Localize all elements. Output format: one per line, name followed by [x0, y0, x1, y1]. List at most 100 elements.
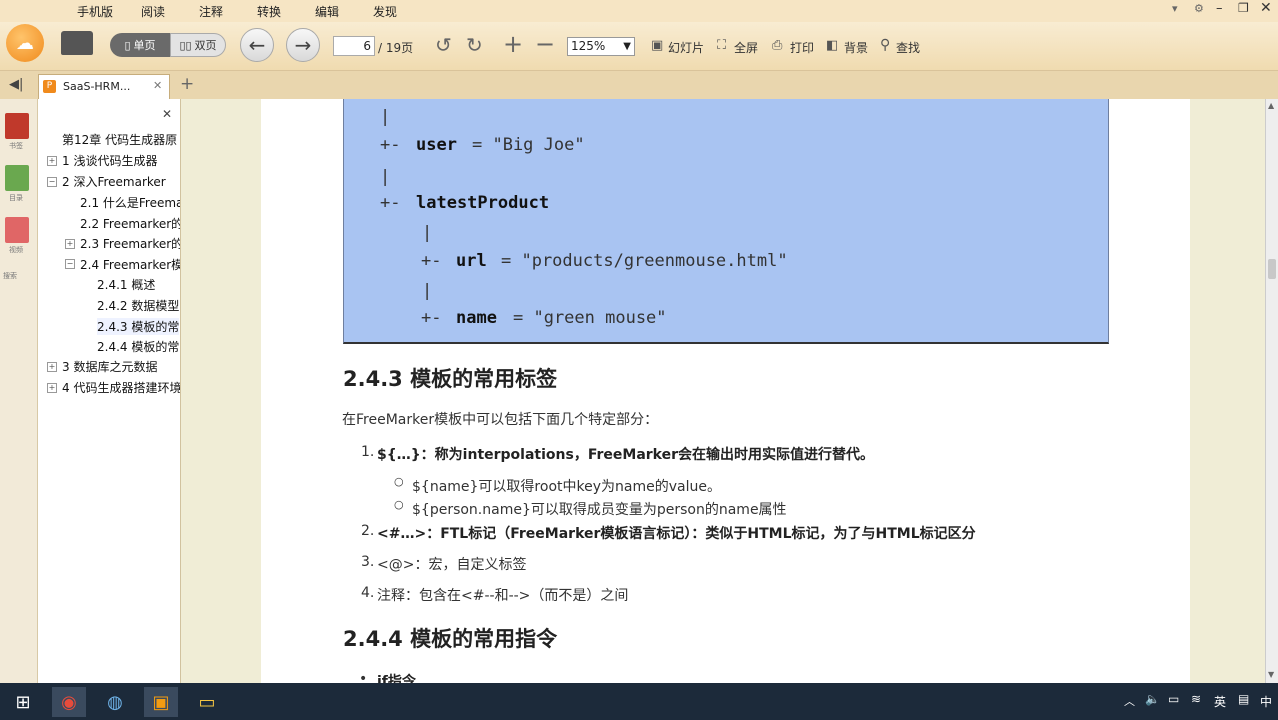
new-tab-icon[interactable]: +: [180, 74, 194, 94]
menu-edit[interactable]: 编辑: [315, 3, 339, 20]
list-number: 3.: [361, 554, 375, 570]
menu-convert[interactable]: 转换: [257, 3, 281, 20]
expand-icon[interactable]: +: [47, 362, 57, 372]
toc-item[interactable]: 3 数据库之元数据: [62, 358, 157, 375]
app-icon-reader[interactable]: ▣: [144, 687, 178, 717]
rotate-left-icon[interactable]: ↺: [435, 33, 452, 57]
video-label: 视频: [9, 246, 23, 254]
expand-icon[interactable]: +: [65, 239, 75, 249]
taskbar: ⊞ ◉ ◍ ▣ ▭ ︿ 🔈 ▭ ≋ 英 ▤ 中: [0, 683, 1278, 720]
sub-item-person-name: ${person.name}可以取得成员变量为person的name属性: [412, 502, 787, 518]
close-outline-icon[interactable]: ✕: [162, 107, 172, 121]
single-page-button[interactable]: ▯ 单页: [110, 33, 170, 57]
network-icon[interactable]: ≋: [1191, 692, 1201, 706]
slideshow-button[interactable]: 幻灯片: [668, 39, 704, 56]
menu-read[interactable]: 阅读: [141, 3, 165, 20]
list-item-ftl: <#…>：FTL标记（FreeMarker模板语言标记）：类似于HTML标记，为…: [377, 526, 976, 542]
search-icon: ⚲: [880, 37, 891, 53]
windows-start-icon[interactable]: ⊞: [6, 687, 40, 717]
code-key-latest: latestProduct: [416, 193, 550, 213]
code-pipe: |: [422, 223, 433, 243]
outline-icon[interactable]: [5, 165, 29, 191]
toc-item[interactable]: 2.4.2 数据模型: [97, 297, 179, 314]
app-logo-icon[interactable]: ☁: [6, 24, 44, 62]
scroll-down-icon[interactable]: ▼: [1268, 670, 1274, 679]
tab-close-icon[interactable]: ✕: [153, 79, 162, 92]
restore-icon[interactable]: ❐: [1238, 1, 1249, 15]
tab-document[interactable]: P SaaS-HRM... ✕: [38, 74, 170, 99]
menu-annotate[interactable]: 注释: [199, 3, 223, 20]
code-pipe: |: [380, 107, 391, 127]
pdf-icon: P: [43, 80, 56, 93]
menu-mobile[interactable]: 手机版: [77, 3, 113, 20]
toc-item[interactable]: 第12章 代码生成器原: [62, 131, 177, 148]
fullscreen-button[interactable]: 全屏: [734, 39, 758, 56]
bookmark-icon[interactable]: [5, 113, 29, 139]
close-icon[interactable]: ✕: [1260, 0, 1272, 16]
toc-item[interactable]: 2.4.1 概述: [97, 276, 155, 293]
app-icon-recorder[interactable]: ◉: [52, 687, 86, 717]
back-button[interactable]: ←: [240, 28, 274, 62]
vertical-scrollbar[interactable]: ▲ ▼: [1265, 99, 1278, 683]
video-icon[interactable]: [5, 217, 29, 243]
folder-icon[interactable]: [61, 31, 93, 55]
battery-icon[interactable]: ▭: [1168, 692, 1179, 706]
document-page: | +- user = "Big Joe" | +- latestProduct…: [261, 99, 1190, 683]
toc-item[interactable]: 2.3 Freemarker的: [80, 235, 180, 252]
tray-expand-icon[interactable]: ︿: [1124, 693, 1135, 709]
rotate-right-icon[interactable]: ↻: [466, 33, 483, 57]
heading-2-4-4: 2.4.4 模板的常用指令: [343, 627, 558, 651]
find-button[interactable]: 查找: [896, 39, 920, 56]
skin-icon[interactable]: ⚙: [1194, 2, 1204, 15]
scroll-up-icon[interactable]: ▲: [1268, 101, 1274, 110]
expand-icon[interactable]: +: [47, 383, 57, 393]
collapse-sidebar-icon[interactable]: ◀|: [9, 77, 23, 92]
dropdown-icon[interactable]: ▾: [1172, 2, 1178, 15]
code-key-url: url: [456, 251, 487, 271]
bullet-icon: •: [359, 671, 368, 683]
collapse-icon[interactable]: −: [65, 259, 75, 269]
double-page-icon: ▯▯: [179, 38, 192, 52]
page-number-input[interactable]: 6: [333, 36, 375, 56]
list-number: 1.: [361, 444, 375, 460]
print-button[interactable]: 打印: [790, 39, 814, 56]
toc-item[interactable]: 2.1 什么是Freema: [80, 194, 180, 211]
code-branch: +-: [380, 135, 401, 155]
menu-discover[interactable]: 发现: [373, 3, 397, 20]
forward-button[interactable]: →: [286, 28, 320, 62]
toc-item[interactable]: 2.4.4 模板的常: [97, 338, 179, 355]
scroll-thumb[interactable]: [1268, 259, 1276, 279]
page-margin-right: [1190, 99, 1265, 683]
zoom-out-icon[interactable]: −: [535, 30, 555, 58]
list-number: 4.: [361, 585, 375, 601]
file-explorer-icon[interactable]: ▭: [190, 687, 224, 717]
minimize-icon[interactable]: –: [1216, 1, 1223, 16]
volume-icon[interactable]: 🔈: [1145, 692, 1160, 706]
collapse-icon[interactable]: −: [47, 177, 57, 187]
toc-item[interactable]: 2.4 Freemarker模: [80, 256, 180, 273]
toc-item[interactable]: 1 浅谈代码生成器: [62, 152, 157, 169]
code-value-url: = "products/greenmouse.html": [501, 251, 788, 271]
toc-item[interactable]: 2 深入Freemarker: [62, 173, 166, 190]
page-margin-left: [181, 99, 261, 683]
ime-indicator[interactable]: 英: [1214, 693, 1226, 710]
zoom-select[interactable]: 125% ▼: [567, 37, 635, 56]
sub-item-name: ${name}可以取得root中key为name的value。: [412, 479, 721, 495]
heading-2-4-3: 2.4.3 模板的常用标签: [343, 367, 558, 391]
background-button[interactable]: 背景: [844, 39, 868, 56]
double-page-button[interactable]: ▯▯ 双页: [170, 33, 226, 57]
app-icon-browser[interactable]: ◍: [98, 687, 132, 717]
expand-icon[interactable]: +: [47, 156, 57, 166]
search-label[interactable]: 搜索: [3, 271, 17, 281]
notification-icon[interactable]: ▤: [1238, 692, 1249, 706]
toc-item-selected[interactable]: 2.4.3 模板的常: [97, 318, 180, 335]
single-page-icon: ▯: [124, 38, 131, 52]
code-branch: +-: [380, 193, 401, 213]
toc-item[interactable]: 4 代码生成器搭建环境: [62, 379, 180, 396]
language-indicator[interactable]: 中: [1260, 693, 1272, 710]
list-item-comment: 注释：包含在<#--和-->（而不是）之间: [377, 588, 629, 604]
toc-item[interactable]: 2.2 Freemarker的: [80, 215, 180, 232]
code-branch: +-: [421, 308, 442, 328]
arrow-left-icon: ←: [248, 33, 266, 57]
zoom-in-icon[interactable]: +: [503, 30, 523, 58]
